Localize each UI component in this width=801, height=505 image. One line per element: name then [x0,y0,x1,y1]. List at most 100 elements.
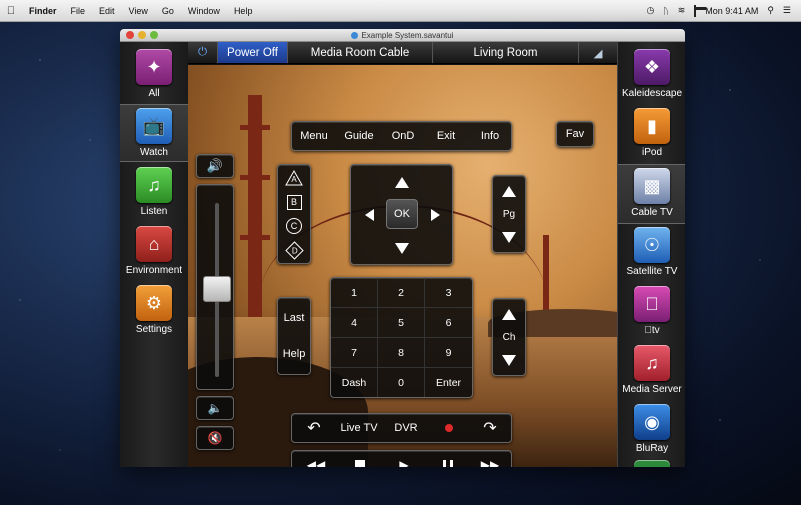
wifi-icon[interactable]: ≋ [678,5,686,16]
clock[interactable]: Mon 9:41 AM [705,6,758,16]
source-satellite-tv[interactable]: ☉ Satellite TV [618,227,685,283]
dpad-left-button[interactable] [357,203,381,227]
source-label: Satellite TV [626,266,678,277]
d-button[interactable]: D [278,239,310,261]
menu-app-name[interactable]: Finder [22,6,64,16]
power-icon[interactable]: ⏻ [188,42,218,63]
dpad-up-button[interactable] [389,170,415,194]
a-button[interactable]: A [278,167,310,189]
live-tv-button[interactable]: Live TV [334,414,384,442]
info-button[interactable]: Info [470,122,510,150]
b-button[interactable]: B [278,191,310,213]
c-button[interactable]: C [278,215,310,237]
expand-icon[interactable]: ◢ [579,42,617,63]
menu-button[interactable]: Menu [294,122,334,150]
key-5[interactable]: 5 [378,308,425,338]
page-up-button[interactable] [493,180,525,202]
dvr-bar: ↶ Live TV DVR ↷ [291,413,512,443]
key-4[interactable]: 4 [331,308,378,338]
source-kaleidescape[interactable]: ❖ Kaleidescape [618,49,685,105]
fast-forward-button[interactable]: ▶▶ [470,451,510,467]
notification-center-icon[interactable]: ☰ [783,5,791,16]
sidebar-item-watch[interactable]: 📺 Watch [120,104,188,162]
exit-button[interactable]: Exit [426,122,466,150]
rewind-button[interactable]: ◀◀ [296,451,336,467]
compass-icon: ✦ [136,49,172,85]
arrow-left-icon [364,209,374,221]
source-media-server[interactable]: ♫ Media Server [618,345,685,401]
page-label: Pg [502,208,516,220]
menu-edit[interactable]: Edit [92,6,122,16]
location-button[interactable]: Living Room [433,42,579,63]
source-label: Cable TV [631,207,673,218]
sidebar-item-all[interactable]: ✦ All [120,49,188,105]
sidebar-item-environment[interactable]: ⌂ Environment [120,226,188,282]
document-icon [351,31,359,39]
mute-panel: 🔇 [196,426,234,450]
stop-button[interactable] [340,451,380,467]
source-more[interactable] [618,460,685,467]
volume-slider-knob[interactable] [203,275,231,302]
time-machine-icon[interactable]: ◷ [646,5,654,16]
volume-down-icon[interactable]: 🔈 [197,397,233,419]
key-3[interactable]: 3 [425,278,472,308]
volume-up-icon[interactable]: 🔊 [197,155,233,177]
help-button[interactable]: Help [278,338,310,370]
fav-button[interactable]: Fav [557,122,593,146]
window-title: Example System.savantui [361,30,454,40]
play-button[interactable]: ▶ [384,451,424,467]
right-sidebar: ❖ Kaleidescape ▮ iPod ▩ Cable TV ☉ Satel… [617,42,685,467]
source-apple-tv[interactable]:  tv [618,286,685,342]
menu-go[interactable]: Go [155,6,181,16]
app-window: Example System.savantui ✦ All 📺 Watch ♫ … [120,29,685,467]
menu-window[interactable]: Window [181,6,227,16]
key-9[interactable]: 9 [425,338,472,368]
key-2[interactable]: 2 [378,278,425,308]
dvr-button[interactable]: DVR [386,414,426,442]
replay-button[interactable]: ↶ [296,414,332,442]
key-7[interactable]: 7 [331,338,378,368]
on-demand-button[interactable]: OnD [384,122,422,150]
key-8[interactable]: 8 [378,338,425,368]
dpad-down-button[interactable] [389,236,415,260]
source-bluray[interactable]: ◉ BluRay [618,404,685,460]
record-button[interactable] [432,414,466,442]
spotlight-search-icon[interactable]: ⚲ [767,5,774,16]
volume-slider[interactable] [196,184,234,390]
key-dash[interactable]: Dash [331,368,378,397]
page-down-button[interactable] [493,226,525,248]
dpad: OK [350,164,453,265]
key-enter[interactable]: Enter [425,368,472,397]
last-button[interactable]: Last [278,302,310,334]
page-rocker: Pg [492,175,526,253]
guide-button[interactable]: Guide [338,122,380,150]
ok-button[interactable]: OK [386,199,418,229]
key-1[interactable]: 1 [331,278,378,308]
bluetooth-icon[interactable]: ᚢ [663,6,668,16]
power-off-button[interactable]: Power Off [218,42,288,63]
menu-view[interactable]: View [122,6,155,16]
key-0[interactable]: 0 [378,368,425,397]
dpad-right-button[interactable] [423,203,447,227]
apple-menu-icon[interactable]:  [0,5,22,17]
channel-down-button[interactable] [493,349,525,371]
media-server-icon: ♫ [634,345,670,381]
room-source-button[interactable]: Media Room Cable [288,42,433,63]
mute-icon[interactable]: 🔇 [197,427,233,449]
source-cable-tv[interactable]: ▩ Cable TV [618,164,685,224]
gears-icon: ⚙ [136,285,172,321]
channel-up-button[interactable] [493,303,525,325]
menu-file[interactable]: File [64,6,93,16]
window-titlebar[interactable]: Example System.savantui [120,29,685,42]
sidebar-item-listen[interactable]: ♫ Listen [120,167,188,223]
skip-button[interactable]: ↷ [472,414,508,442]
source-ipod[interactable]: ▮ iPod [618,108,685,164]
arrow-up-icon [502,308,516,320]
number-keypad: 1 2 3 4 5 6 7 8 9 Dash 0 Enter [330,277,473,398]
sidebar-item-settings[interactable]: ⚙ Settings [120,285,188,341]
key-6[interactable]: 6 [425,308,472,338]
menu-help[interactable]: Help [227,6,260,16]
battery-icon[interactable] [694,4,697,17]
source-label: Media Server [622,384,682,395]
pause-button[interactable] [428,451,468,467]
